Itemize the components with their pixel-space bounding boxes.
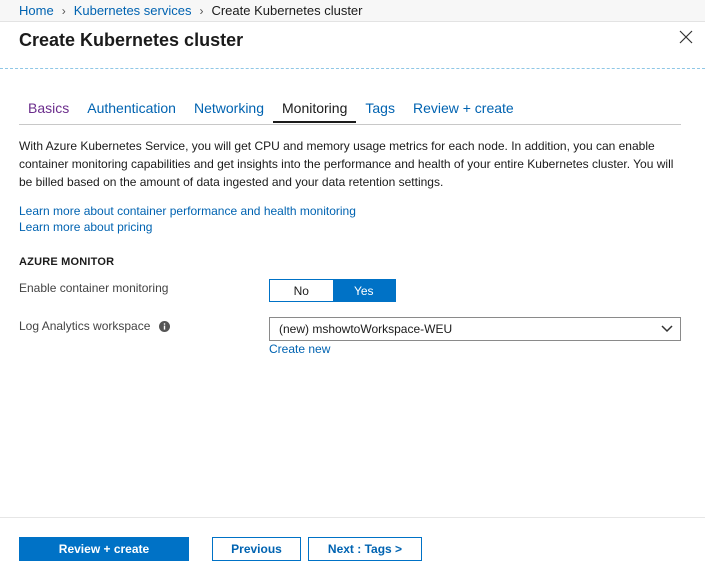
info-icon[interactable]: [158, 321, 170, 332]
workspace-select[interactable]: (new) mshowtoWorkspace-WEU: [269, 317, 681, 341]
workspace-select-value: (new) mshowtoWorkspace-WEU: [279, 322, 453, 336]
breadcrumb-kubernetes-services-link[interactable]: Kubernetes services: [74, 3, 192, 18]
breadcrumb-current: Create Kubernetes cluster: [211, 3, 363, 18]
header-divider: [0, 68, 705, 69]
tab-review-create[interactable]: Review + create: [404, 97, 523, 123]
section-title-azure-monitor: AZURE MONITOR: [19, 256, 115, 268]
tab-networking[interactable]: Networking: [185, 97, 273, 123]
learn-more-pricing-link[interactable]: Learn more about pricing: [19, 220, 152, 234]
learn-more-monitoring-link[interactable]: Learn more about container performance a…: [19, 204, 356, 218]
enable-monitoring-label: Enable container monitoring: [19, 281, 169, 295]
tab-monitoring[interactable]: Monitoring: [273, 97, 357, 123]
chevron-right-icon: ›: [61, 3, 66, 18]
breadcrumb-home-link[interactable]: Home: [19, 3, 54, 18]
previous-button[interactable]: Previous: [212, 537, 301, 561]
review-create-button[interactable]: Review + create: [19, 537, 189, 561]
breadcrumb: Home › Kubernetes services › Create Kube…: [0, 0, 705, 22]
tab-basics[interactable]: Basics: [19, 97, 78, 123]
create-new-workspace-link[interactable]: Create new: [269, 342, 330, 356]
workspace-label: Log Analytics workspace: [19, 319, 151, 333]
tab-authentication[interactable]: Authentication: [78, 97, 185, 123]
close-icon: [679, 30, 693, 44]
workspace-label-group: Log Analytics workspace: [19, 319, 170, 333]
monitoring-description: With Azure Kubernetes Service, you will …: [19, 139, 674, 189]
tab-bar: Basics Authentication Networking Monitor…: [19, 97, 681, 125]
footer-divider: [0, 517, 705, 518]
enable-monitoring-toggle: No Yes: [269, 279, 396, 302]
chevron-right-icon: ›: [199, 3, 204, 18]
next-tags-button[interactable]: Next : Tags >: [308, 537, 422, 561]
toggle-no-option[interactable]: No: [270, 280, 333, 301]
page-title: Create Kubernetes cluster: [19, 30, 244, 50]
chevron-down-icon: [661, 325, 673, 333]
toggle-yes-option[interactable]: Yes: [332, 280, 395, 301]
close-button[interactable]: [679, 30, 697, 48]
tab-tags[interactable]: Tags: [356, 97, 404, 123]
